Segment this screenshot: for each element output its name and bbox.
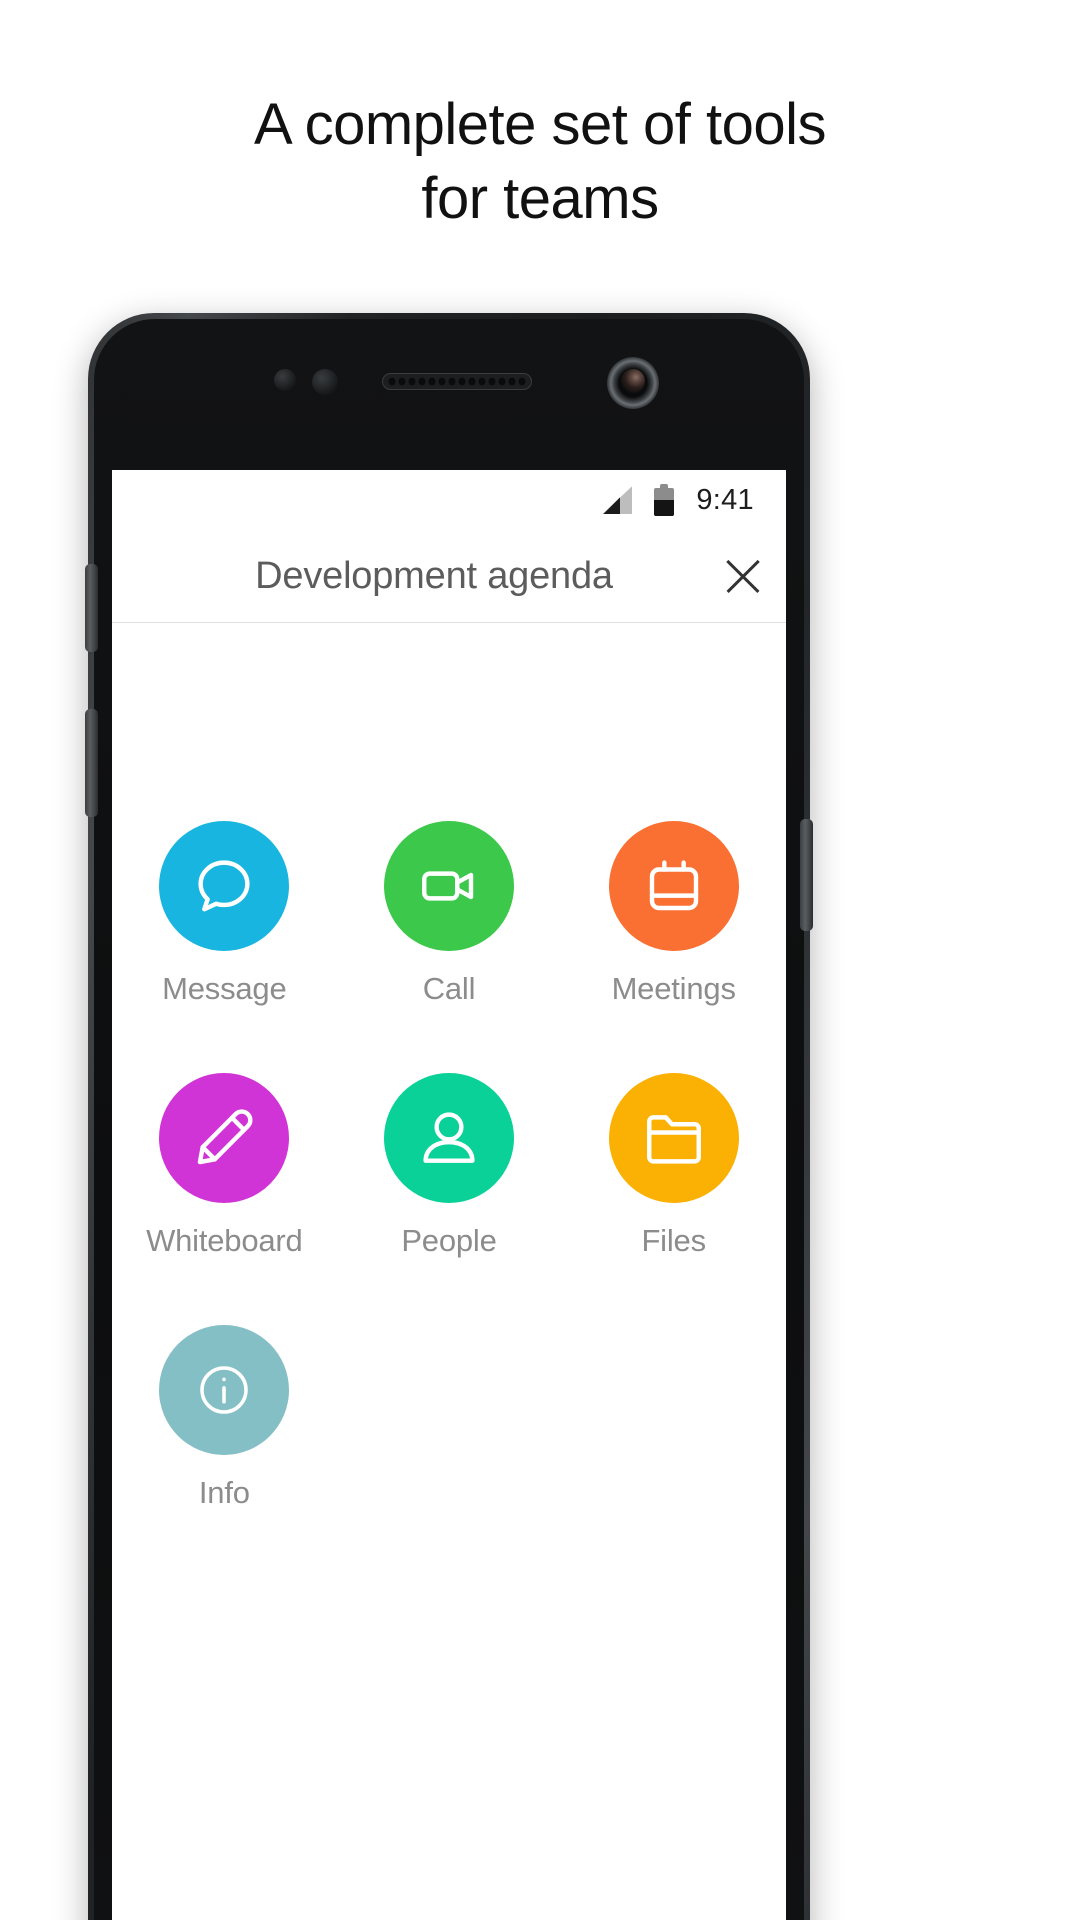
action-tile-label: Call [422, 971, 476, 1006]
front-camera-icon [607, 357, 659, 409]
proximity-sensor-icon [274, 369, 296, 391]
video-camera-icon[interactable] [383, 821, 514, 951]
action-tile-label: Files [641, 1223, 706, 1258]
signal-bars-icon [602, 486, 633, 514]
action-tile-label: Whiteboard [146, 1223, 303, 1258]
action-grid: Message Call Meetings Whiteboard People Files… [112, 623, 786, 1511]
action-tile-label: Message [162, 971, 287, 1006]
app-bar: Development agenda [112, 530, 786, 623]
battery-icon [654, 484, 675, 516]
volume-down-button[interactable] [85, 709, 98, 817]
action-tile-meetings[interactable]: Meetings [561, 821, 786, 1007]
headline-line-2: for teams [421, 166, 659, 231]
message-bubble-icon[interactable] [159, 821, 290, 951]
calendar-icon[interactable] [608, 821, 739, 951]
action-tile-files[interactable]: Files [561, 1073, 786, 1259]
action-tile-info[interactable]: Info [112, 1325, 337, 1511]
folder-icon[interactable] [608, 1073, 739, 1203]
page-root: A complete set of tools for teams 9:41 D… [0, 0, 1080, 1920]
pencil-icon[interactable] [159, 1073, 290, 1203]
page-headline: A complete set of tools for teams [0, 88, 1080, 236]
light-sensor-icon [312, 369, 338, 395]
action-tile-people[interactable]: People [337, 1073, 562, 1259]
info-circle-icon[interactable] [159, 1325, 290, 1455]
close-icon[interactable] [700, 533, 786, 619]
power-button[interactable] [800, 819, 813, 931]
headline-line-1: A complete set of tools [253, 92, 827, 157]
status-bar: 9:41 [112, 470, 786, 530]
action-tile-call[interactable]: Call [337, 821, 562, 1007]
action-tile-message[interactable]: Message [112, 821, 337, 1007]
person-icon[interactable] [383, 1073, 514, 1203]
action-tile-label: People [401, 1223, 497, 1258]
phone-bezel: 9:41 Development agenda Message Call Meeti… [85, 319, 813, 1920]
page-title: Development agenda [255, 554, 613, 597]
action-tile-whiteboard[interactable]: Whiteboard [112, 1073, 337, 1259]
action-tile-label: Meetings [611, 971, 736, 1006]
volume-up-button[interactable] [85, 564, 98, 652]
earpiece-speaker [382, 373, 532, 390]
phone-screen: 9:41 Development agenda Message Call Meeti… [112, 470, 786, 1920]
phone-mockup: 9:41 Development agenda Message Call Meeti… [85, 313, 813, 1920]
status-bar-clock: 9:41 [696, 483, 754, 516]
action-tile-label: Info [198, 1475, 250, 1510]
